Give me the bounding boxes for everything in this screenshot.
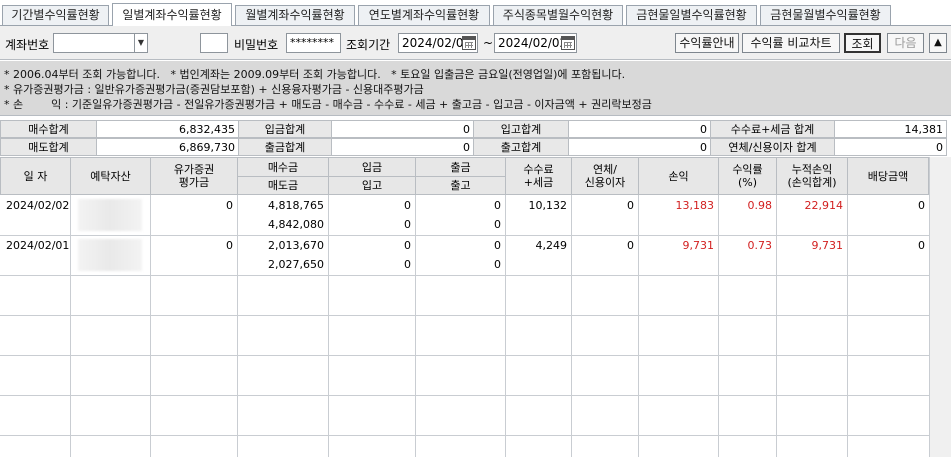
buy-total-label: 매수합계 <box>0 120 97 138</box>
tab-stock-monthly-return[interactable]: 주식종목별월수익현황 <box>493 5 623 26</box>
date-separator: ~ <box>483 36 494 50</box>
next-button[interactable]: 다음 <box>887 33 924 53</box>
notice-panel: * 2006.04부터 조회 가능합니다. * 법인계좌는 2009.09부터 … <box>0 61 951 116</box>
buy-total-value: 6,832,435 <box>96 120 239 138</box>
grid-scrollbar[interactable] <box>929 157 951 457</box>
header-stock-out: 출고 <box>415 176 506 195</box>
row-cum-pnl: 9,731 <box>811 239 844 252</box>
row-date: 2024/02/02 <box>6 199 70 212</box>
row-stock-in: 0 <box>404 218 411 231</box>
stock-in-total-value: 0 <box>568 120 711 138</box>
header-buy-amount: 매수금 <box>237 157 329 177</box>
collapse-up-button[interactable]: ▲ <box>929 33 947 53</box>
account-dropdown-button[interactable]: ▼ <box>134 33 148 53</box>
row-buy: 4,818,765 <box>268 199 324 212</box>
tab-daily-account-return[interactable]: 일별계좌수익률현황 <box>112 3 232 26</box>
header-deposit: 입금 <box>328 157 416 177</box>
date-from-value: 2024/02/01 <box>402 36 472 50</box>
fee-tax-total-label: 수수료+세금 합계 <box>710 120 835 138</box>
row-pnl: 13,183 <box>675 199 715 212</box>
account-input[interactable] <box>53 33 135 53</box>
header-deposit-asset: 예탁자산 <box>70 157 151 195</box>
tab-gold-daily-return[interactable]: 금현물일별수익률현황 <box>626 5 757 26</box>
header-securities-eval: 유가증권 평가금 <box>150 157 238 195</box>
tab-bar: 기간별수익률현황 일별계좌수익률현황 월별계좌수익률현황 연도별계좌수익률현황 … <box>0 0 951 26</box>
header-withdraw: 출금 <box>415 157 506 177</box>
period-label: 조회기간 <box>346 38 391 52</box>
stock-in-total-label: 입고합계 <box>473 120 569 138</box>
header-interest: 연체/ 신용이자 <box>571 157 639 195</box>
date-to-value: 2024/02/02 <box>498 36 568 50</box>
row-pnl: 9,731 <box>682 239 715 252</box>
row-return-rate: 0.98 <box>747 199 773 212</box>
deposit-total-value: 0 <box>331 120 474 138</box>
chevron-up-icon: ▲ <box>934 37 942 48</box>
daily-return-grid: 일 자 예탁자산 유가증권 평가금 매수금 매도금 입금 입고 출금 출고 수수… <box>0 157 929 457</box>
header-date: 일 자 <box>0 157 71 195</box>
row-withdraw: 0 <box>494 239 501 252</box>
return-guide-button[interactable]: 수익률안내 <box>675 33 739 53</box>
tab-monthly-account-return[interactable]: 월별계좌수익률현황 <box>235 5 355 26</box>
search-button[interactable]: 조회 <box>844 33 881 53</box>
password-input[interactable]: ******** <box>286 33 341 53</box>
header-fee-tax: 수수료 +세금 <box>505 157 572 195</box>
account-sub-input[interactable] <box>200 33 228 53</box>
scroll-up-icon[interactable] <box>931 157 951 175</box>
header-sell-amount: 매도금 <box>237 176 329 195</box>
summary-table: 매수합계 6,832,435 입금합계 0 입고합계 0 수수료+세금 합계 1… <box>0 120 951 157</box>
row-dividend: 0 <box>918 239 925 252</box>
row-return-rate: 0.73 <box>747 239 773 252</box>
row-buy: 2,013,670 <box>268 239 324 252</box>
header-pnl: 손익 <box>638 157 719 195</box>
row-interest: 0 <box>627 199 634 212</box>
notice-line: * 2006.04부터 조회 가능합니다. * 법인계좌는 2009.09부터 … <box>4 68 626 81</box>
header-dividend: 배당금액 <box>847 157 929 195</box>
account-label: 계좌번호 <box>5 38 50 52</box>
redacted-deposit-asset <box>78 199 142 231</box>
sell-total-value: 6,869,730 <box>96 138 239 156</box>
return-compare-chart-button[interactable]: 수익률 비교차트 <box>742 33 840 53</box>
row-securities-eval: 0 <box>226 239 233 252</box>
row-date: 2024/02/01 <box>6 239 70 252</box>
row-securities-eval: 0 <box>226 199 233 212</box>
interest-total-label: 연체/신용이자 합계 <box>710 138 835 156</box>
date-from-input[interactable]: 2024/02/01 <box>398 33 478 53</box>
calendar-icon[interactable] <box>462 36 476 50</box>
row-fee-tax: 10,132 <box>528 199 568 212</box>
withdraw-total-label: 출금합계 <box>238 138 332 156</box>
row-deposit: 0 <box>404 239 411 252</box>
row-fee-tax: 4,249 <box>535 239 568 252</box>
stock-out-total-value: 0 <box>568 138 711 156</box>
notice-line: * 손 익 : 기준일유가증권평가금 - 전일유가증권평가금 + 매도금 - 매… <box>4 98 652 111</box>
row-stock-out: 0 <box>494 218 501 231</box>
tab-gold-monthly-return[interactable]: 금현물월별수익률현황 <box>760 5 891 26</box>
interest-total-value: 0 <box>834 138 947 156</box>
password-label: 비밀번호 <box>234 38 279 52</box>
row-withdraw: 0 <box>494 199 501 212</box>
fee-tax-total-value: 14,381 <box>834 120 947 138</box>
notice-line: * 유가증권평가금 : 일반유가증권평가금(증권담보포함) + 신용융자평가금 … <box>4 83 424 96</box>
row-deposit: 0 <box>404 199 411 212</box>
calendar-icon[interactable] <box>561 36 575 50</box>
search-bar: 계좌번호 ▼ 비밀번호 ******** 조회기간 2024/02/01 ~ 2… <box>0 26 951 60</box>
row-stock-out: 0 <box>494 258 501 271</box>
tab-yearly-account-return[interactable]: 연도별계좌수익률현황 <box>358 5 490 26</box>
redacted-deposit-asset <box>78 239 142 271</box>
deposit-total-label: 입금합계 <box>238 120 332 138</box>
row-interest: 0 <box>627 239 634 252</box>
date-to-input[interactable]: 2024/02/02 <box>494 33 577 53</box>
stock-out-total-label: 출고합계 <box>473 138 569 156</box>
header-cum-pnl: 누적손익 (손익합계) <box>776 157 848 195</box>
withdraw-total-value: 0 <box>331 138 474 156</box>
row-cum-pnl: 22,914 <box>804 199 844 212</box>
chevron-down-icon: ▼ <box>137 38 145 47</box>
tab-period-return[interactable]: 기간별수익률현황 <box>2 5 109 26</box>
row-sell: 4,842,080 <box>268 218 324 231</box>
row-dividend: 0 <box>918 199 925 212</box>
header-return-rate: 수익률 (%) <box>718 157 777 195</box>
sell-total-label: 매도합계 <box>0 138 97 156</box>
row-sell: 2,027,650 <box>268 258 324 271</box>
header-stock-in: 입고 <box>328 176 416 195</box>
row-stock-in: 0 <box>404 258 411 271</box>
